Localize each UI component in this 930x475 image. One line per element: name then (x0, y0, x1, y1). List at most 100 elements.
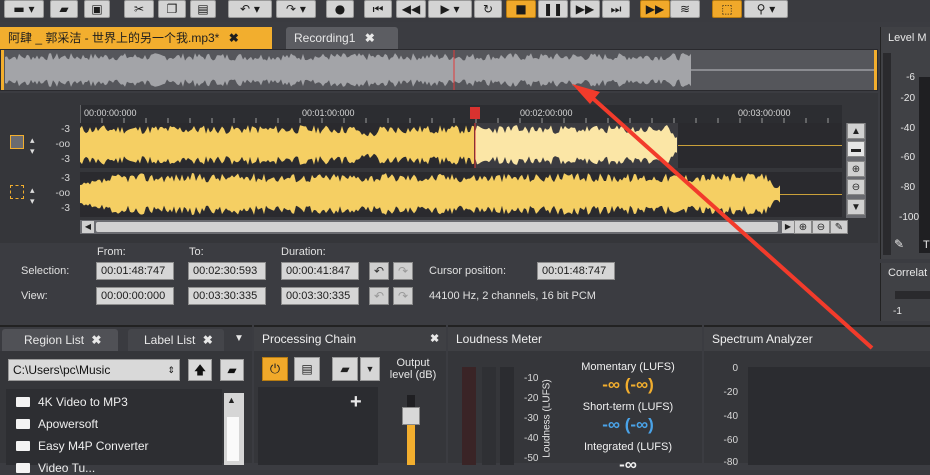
redo-button[interactable]: ↷ ▾ (276, 0, 316, 18)
tab-region-list[interactable]: Region List ✖ (2, 329, 118, 351)
add-effect-button[interactable]: + (350, 391, 362, 414)
tab-label-list[interactable]: Label List ✖ (128, 329, 224, 351)
scroll-right-icon[interactable]: ▶ (782, 221, 794, 233)
vertical-scroll[interactable]: ▲ ▬ ⊕ ⊖ ▼ (846, 123, 866, 218)
play-selection-icon: ▶▶ (645, 2, 665, 16)
level-scale-label: -100 (898, 212, 919, 223)
zoom-out-icon[interactable]: ⊖ (812, 220, 830, 234)
panel-menu-icon[interactable]: ▼ (234, 333, 244, 344)
select-tool-button[interactable]: ⬚ (712, 0, 742, 18)
close-icon[interactable]: ✖ (365, 31, 375, 45)
zoom-in-vertical-icon[interactable]: ⊕ (847, 161, 865, 177)
save-button[interactable]: ▣ (84, 0, 110, 18)
loop-button[interactable]: ↻ (474, 0, 502, 18)
view-from-field[interactable]: 00:00:00:000 (96, 287, 174, 305)
wrench-icon[interactable]: ✎ (894, 237, 904, 251)
paste-button[interactable]: ▤ (190, 0, 216, 18)
scroll-down-icon[interactable]: ▼ (847, 199, 865, 215)
scroll-up-icon[interactable]: ▲ (227, 395, 236, 405)
selection-undo-icon[interactable]: ↶ (369, 262, 389, 280)
folder-path-value: C:\Users\pc\Music (13, 363, 111, 377)
tab-recording1[interactable]: Recording1 ✖ (286, 27, 398, 49)
waveform-editor: 00:00:00:000 00:01:00:000 00:02:00:000 0… (0, 93, 878, 243)
scroll-thumb[interactable]: ▬ (847, 141, 865, 157)
view-duration-field[interactable]: 00:03:30:335 (281, 287, 359, 305)
power-button[interactable]: ⏻ (262, 357, 288, 381)
playhead-marker[interactable] (470, 107, 480, 119)
close-icon[interactable]: ✖ (229, 31, 239, 45)
pause-button[interactable]: ❚❚ (538, 0, 568, 18)
scroll-left-icon[interactable]: ◀ (82, 221, 94, 233)
horizontal-scroll-thumb[interactable] (96, 222, 778, 232)
new-file-button[interactable]: ▬ ▾ (4, 0, 44, 18)
close-icon[interactable]: ✖ (430, 332, 439, 345)
overview-waveform[interactable] (0, 49, 878, 91)
tab-label: Region List (24, 333, 85, 347)
stop-button[interactable]: ■ (506, 0, 536, 18)
waveform-view-button[interactable]: ≋ (670, 0, 700, 18)
close-icon[interactable]: ✖ (203, 333, 213, 347)
channel-2-arrows-icon[interactable]: ▴ ▾ (30, 185, 35, 207)
db-label: -oo (55, 139, 70, 150)
list-item-label: Easy M4P Converter (38, 439, 149, 453)
go-to-end-button[interactable]: ⏭ (602, 0, 630, 18)
channel-1-toggle-icon[interactable] (10, 135, 24, 149)
output-level-slider-handle[interactable] (402, 407, 420, 425)
folder-path-select[interactable]: C:\Users\pc\Music ⇕ (8, 359, 180, 381)
cut-button[interactable]: ✂ (124, 0, 154, 18)
wrench-icon[interactable]: ✎ (830, 220, 848, 234)
folder-up-button[interactable]: 🡅 (188, 359, 212, 381)
tab-mp3-file[interactable]: 阿肆 _ 郭采洁 - 世界上的另一个我.mp3* ✖ (0, 27, 272, 49)
zoom-in-icon[interactable]: ⊕ (794, 220, 812, 234)
view-label: View: (21, 290, 48, 302)
folder-list: 4K Video to MP3 Apowersoft Easy M4P Conv… (6, 389, 222, 475)
close-icon[interactable]: ✖ (91, 333, 101, 347)
record-button[interactable]: ● (326, 0, 354, 18)
list-item[interactable]: Easy M4P Converter (16, 439, 149, 453)
folder-browse-button[interactable]: ▰ (220, 359, 244, 381)
channel-1-arrows-icon[interactable]: ▴ ▾ (30, 135, 35, 157)
right-channel-track[interactable] (80, 172, 842, 217)
undo-icon: ↶ ▾ (240, 2, 260, 16)
folder-icon (16, 463, 30, 473)
selection-from-field[interactable]: 00:01:48:747 (96, 262, 174, 280)
zoom-tool-button[interactable]: ⚲ ▾ (744, 0, 788, 18)
horizontal-scroll[interactable]: ◀ ▶ ⊕ ⊖ ✎ (80, 220, 848, 234)
chevron-updown-icon: ⇕ (167, 365, 175, 375)
time-ruler[interactable]: 00:00:00:000 00:01:00:000 00:02:00:000 0… (80, 105, 842, 123)
folder-open-icon: ▰ (340, 362, 350, 376)
clipboard-button[interactable]: ▤ (294, 357, 320, 381)
play-button[interactable]: ▶ ▾ (428, 0, 472, 18)
play-selection-button[interactable]: ▶▶ (640, 0, 670, 18)
rewind-button[interactable]: ◀◀ (396, 0, 426, 18)
list-item[interactable]: Apowersoft (16, 417, 98, 431)
view-undo-icon[interactable]: ↶ (369, 287, 389, 305)
selection-duration-field[interactable]: 00:00:41:847 (281, 262, 359, 280)
left-channel-track[interactable] (80, 123, 842, 168)
list-item-label: 4K Video to MP3 (38, 395, 128, 409)
open-chain-button[interactable]: ▰ (332, 357, 358, 381)
list-scrollbar[interactable]: ▲ (224, 393, 244, 465)
copy-button[interactable]: ❐ (158, 0, 186, 18)
level-meter-title: Level M (888, 32, 927, 44)
selection-redo-icon[interactable]: ↷ (393, 262, 413, 280)
selection-to-field[interactable]: 00:02:30:593 (188, 262, 266, 280)
view-to-field[interactable]: 00:03:30:335 (188, 287, 266, 305)
loudness-bar-momentary (462, 367, 476, 465)
open-chain-dropdown[interactable]: ▼ (360, 357, 380, 381)
folder-icon (16, 397, 30, 407)
scroll-up-icon[interactable]: ▲ (847, 123, 865, 139)
go-to-start-button[interactable]: ⏮ (364, 0, 392, 18)
open-file-button[interactable]: ▰ (50, 0, 78, 18)
list-item[interactable]: Video Tu... (16, 461, 95, 475)
channel-2-toggle-icon[interactable] (10, 185, 24, 199)
fast-forward-button[interactable]: ▶▶ (570, 0, 600, 18)
view-redo-icon[interactable]: ↷ (393, 287, 413, 305)
zoom-out-vertical-icon[interactable]: ⊖ (847, 179, 865, 195)
undo-button[interactable]: ↶ ▾ (228, 0, 272, 18)
waveform-view-icon: ≋ (679, 2, 691, 16)
list-item[interactable]: 4K Video to MP3 (16, 395, 128, 409)
scroll-thumb[interactable] (227, 417, 239, 461)
level-scale-label: -80 (900, 182, 915, 193)
cursor-position-field[interactable]: 00:01:48:747 (537, 262, 615, 280)
